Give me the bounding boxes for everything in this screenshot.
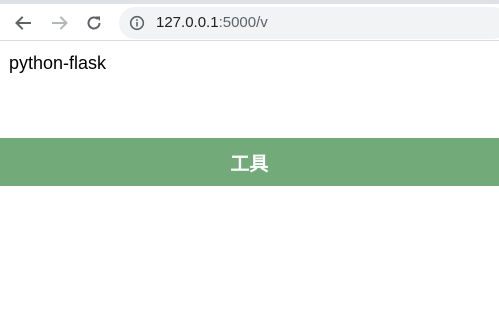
back-button[interactable] <box>9 9 37 37</box>
page-title: python-flask <box>9 53 107 73</box>
info-icon[interactable] <box>129 15 145 31</box>
tools-banner-label: 工具 <box>230 152 269 175</box>
forward-button[interactable] <box>46 9 74 37</box>
url-text[interactable]: 127.0.0.1:5000/v <box>156 14 268 32</box>
page-content: python-flask 工具 <box>0 41 499 325</box>
arrow-right-icon <box>52 16 68 30</box>
tools-banner: 工具 <box>0 138 499 186</box>
reload-button[interactable] <box>80 9 108 37</box>
reload-icon <box>87 16 101 30</box>
arrow-left-icon <box>15 16 31 30</box>
url-path: :5000/v <box>218 14 268 31</box>
browser-toolbar: 127.0.0.1:5000/v <box>0 0 499 41</box>
url-host: 127.0.0.1 <box>156 14 219 31</box>
address-bar[interactable]: 127.0.0.1:5000/v <box>119 7 499 39</box>
